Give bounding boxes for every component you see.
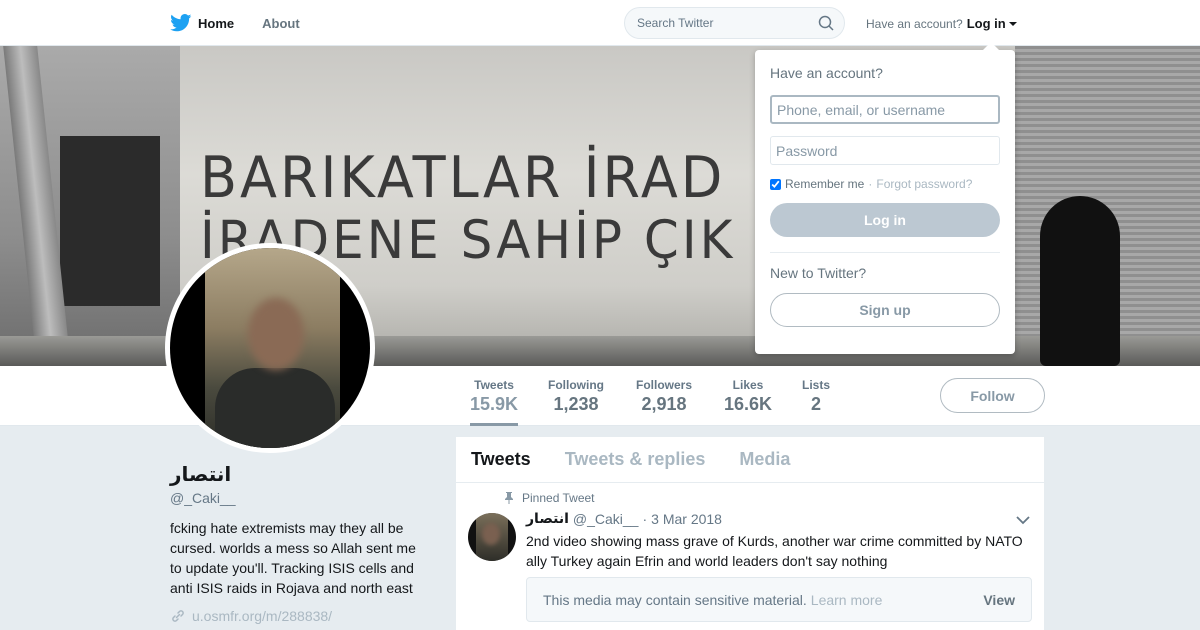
pinned-tweet[interactable]: Pinned Tweet انتصار @_Caki__ · 3 Mar 201… (456, 483, 1044, 630)
home-link[interactable]: Home (170, 14, 234, 32)
tweet-author-handle[interactable]: @_Caki__ (573, 511, 639, 527)
avatar-blurred-face (248, 298, 304, 370)
chevron-down-icon[interactable] (1016, 515, 1030, 525)
tweet-separator: · (642, 511, 648, 527)
profile-link[interactable]: u.osmfr.org/m/288838/ (170, 608, 430, 624)
stat-value: 2,918 (641, 394, 687, 414)
timeline-tabs: Tweets Tweets & replies Media (456, 437, 1044, 483)
new-to-twitter-text: New to Twitter? (770, 265, 867, 281)
stat-likes[interactable]: Likes 16.6K (724, 378, 772, 415)
profile-handle[interactable]: @_Caki__ (170, 490, 430, 506)
top-navigation: Home About Have an account? Log in (0, 0, 1200, 46)
stat-value: 2 (811, 394, 822, 414)
stat-value: 15.9K (470, 394, 519, 414)
avatar-body (215, 368, 335, 448)
password-field[interactable] (770, 136, 1000, 165)
banner-graffiti-line1: BARIKATLAR İRAD (200, 144, 726, 211)
timeline: Tweets Tweets & replies Media Pinned Twe… (456, 437, 1044, 630)
dropdown-divider (770, 252, 1000, 253)
login-dropdown: Have an account? Remember me · Forgot pa… (755, 42, 1015, 354)
remember-row: Remember me · Forgot password? (770, 177, 1000, 191)
home-label: Home (198, 15, 235, 31)
follow-button[interactable]: Follow (940, 378, 1045, 413)
stat-following[interactable]: Following 1,238 (548, 378, 604, 415)
learn-more-link[interactable]: Learn more (811, 592, 883, 608)
profile-display-name[interactable]: انتصار (170, 462, 430, 486)
banner-figure (1040, 196, 1120, 366)
pinned-indicator: Pinned Tweet (504, 491, 595, 505)
tweet-header: انتصار @_Caki__ · 3 Mar 2018 (526, 511, 722, 527)
stat-value: 1,238 (553, 394, 599, 414)
view-media-button[interactable]: View (983, 592, 1015, 608)
stat-label: Lists (802, 378, 831, 392)
avatar-image (170, 248, 370, 448)
pinned-label: Pinned Tweet (522, 491, 595, 505)
stat-value: 16.6K (724, 394, 773, 414)
signup-button[interactable]: Sign up (770, 293, 1000, 327)
tweet-date[interactable]: 3 Mar 2018 (651, 511, 722, 527)
login-prompt: Have an account? Log in (866, 16, 1017, 31)
stat-label: Followers (636, 378, 693, 392)
stat-lists[interactable]: Lists 2 (802, 378, 830, 415)
remember-me-label[interactable]: Remember me (785, 177, 864, 191)
caret-down-icon[interactable] (1008, 22, 1017, 26)
about-link[interactable]: About (262, 16, 300, 31)
profile-bio: انتصار @_Caki__ fcking hate extremists m… (170, 462, 430, 624)
remember-separator: · (868, 177, 873, 191)
login-dropdown-toggle[interactable]: Log in (967, 16, 1006, 31)
stat-followers[interactable]: Followers 2,918 (636, 378, 692, 415)
remember-me-checkbox[interactable] (770, 178, 781, 190)
search-box (624, 7, 845, 39)
sensitive-media-notice: This media may contain sensitive materia… (526, 577, 1032, 622)
have-account-text: Have an account? (866, 16, 963, 31)
tab-tweets-and-replies[interactable]: Tweets & replies (565, 449, 706, 470)
stat-label: Following (548, 378, 604, 392)
forgot-password-link[interactable]: Forgot password? (876, 177, 972, 191)
login-dropdown-title: Have an account? (770, 65, 883, 81)
profile-avatar[interactable] (165, 243, 375, 453)
login-button[interactable]: Log in (770, 203, 1000, 237)
tweet-text: 2nd video showing mass grave of Kurds, a… (526, 533, 1023, 569)
tweet-author-name[interactable]: انتصار (526, 511, 569, 527)
sensitive-text: This media may contain sensitive materia… (543, 591, 807, 608)
link-icon (172, 610, 184, 622)
stat-tweets[interactable]: Tweets 15.9K (470, 378, 519, 426)
profile-link-text[interactable]: u.osmfr.org/m/288838/ (192, 608, 332, 624)
tab-tweets[interactable]: Tweets (471, 449, 531, 470)
banner-gate (60, 136, 160, 306)
stat-label: Likes (732, 378, 764, 392)
username-field[interactable] (770, 95, 1000, 124)
stat-label: Tweets (474, 378, 514, 392)
search-icon[interactable] (818, 15, 834, 31)
tab-media[interactable]: Media (739, 449, 790, 470)
tweet-avatar-face (482, 523, 500, 545)
search-input[interactable] (625, 8, 805, 38)
nav-left: Home About (170, 0, 328, 46)
profile-description: fcking hate extremists may they all be c… (170, 520, 416, 596)
tweet-avatar[interactable] (468, 513, 516, 561)
pin-icon (505, 492, 513, 504)
twitter-bird-icon (170, 14, 192, 32)
